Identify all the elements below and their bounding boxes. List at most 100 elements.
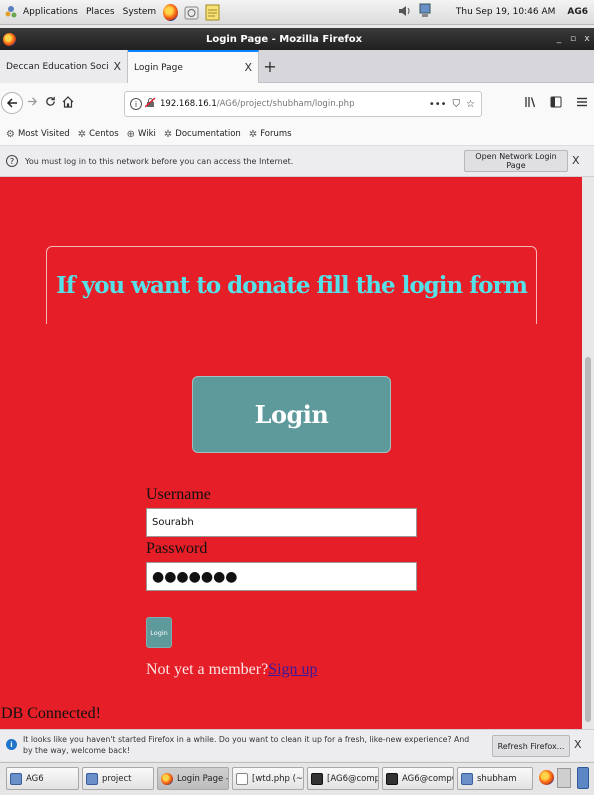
captive-portal-notice: ? You must log in to this network before… [0, 146, 594, 177]
firefox-icon [3, 32, 16, 46]
url-bar[interactable]: i 192.168.16.1/AG6/project/shubham/login… [124, 91, 482, 117]
bookmark-label: Most Visited [17, 129, 70, 139]
bookmark-centos[interactable]: ✲ Centos [78, 129, 119, 140]
refresh-firefox-button[interactable]: Refresh Firefox... [492, 735, 570, 757]
page-scrollbar[interactable] [582, 177, 594, 729]
back-button[interactable] [1, 92, 23, 114]
taskbar-label: shubham [477, 773, 517, 784]
taskbar-item-shubham[interactable]: shubham [457, 767, 533, 790]
back-arrow-icon [6, 98, 17, 108]
applications-icon[interactable] [5, 5, 17, 19]
sidebar-icon[interactable] [550, 96, 562, 111]
centos-icon: ✲ [77, 128, 87, 140]
close-notification-icon[interactable]: X [574, 738, 582, 751]
taskbar-item-terminal-2[interactable]: AG6@comp6... [382, 767, 454, 790]
bookmark-forums[interactable]: ✲ Forums [249, 129, 292, 140]
member-text: Not yet a member? [146, 661, 269, 678]
notification-message: It looks like you haven't started Firefo… [23, 735, 470, 755]
network-icon[interactable] [418, 3, 432, 22]
taskbar-item-wtd-php[interactable]: [wtd.php (~/p... [232, 767, 304, 790]
notes-launcher-icon[interactable] [205, 4, 220, 21]
reload-button[interactable] [41, 96, 59, 110]
firefox-tray-icon[interactable] [539, 770, 554, 785]
login-submit-button[interactable]: Login [146, 617, 172, 648]
bookmark-most-visited[interactable]: ⚙ Most Visited [6, 129, 70, 140]
tab-login-page[interactable]: Login Page X [128, 50, 259, 83]
url-host: 192.168.16.1 [160, 99, 217, 109]
forward-arrow-icon [27, 97, 37, 106]
applications-menu[interactable]: Applications [19, 7, 82, 17]
login-title: Login [254, 400, 329, 429]
question-icon: ? [6, 155, 18, 167]
close-window-button[interactable]: x [580, 34, 594, 44]
insecure-connection-icon[interactable] [144, 97, 156, 111]
info-icon: i [6, 739, 17, 750]
taskbar-item-ag6[interactable]: AG6 [6, 767, 79, 790]
user-name[interactable]: AG6 [567, 7, 588, 17]
firefox-icon [161, 772, 173, 785]
username-label: Username [146, 486, 211, 503]
url-path: /AG6/project/shubham/login.php [216, 99, 355, 109]
centos-icon: ✲ [163, 128, 173, 140]
home-icon [62, 95, 74, 108]
new-tab-button[interactable]: + [259, 50, 281, 82]
tab-strip: Deccan Education Society, Pune. X Login … [0, 50, 594, 83]
bookmark-label: Wiki [138, 129, 156, 139]
bookmark-wiki[interactable]: ⊕ Wiki [127, 129, 156, 140]
centos-icon: ✲ [248, 128, 258, 140]
minimize-button[interactable]: _ [552, 34, 566, 44]
refresh-firefox-notification: i It looks like you haven't started Fire… [0, 729, 594, 761]
close-notice-icon[interactable]: X [572, 154, 580, 167]
taskbar: AG6 project Login Page - ... [wtd.php (~… [0, 762, 594, 795]
folder-icon [461, 772, 473, 785]
hamburger-menu-icon[interactable] [576, 96, 588, 111]
maximize-button[interactable]: ▫ [566, 34, 580, 44]
db-status: DB Connected! [1, 705, 101, 722]
navigation-bar: i 192.168.16.1/AG6/project/shubham/login… [0, 83, 594, 123]
taskbar-label: AG6@comp6... [402, 773, 453, 784]
open-network-login-button[interactable]: Open Network Login Page [464, 150, 568, 172]
taskbar-label: [AG6@comp6... [327, 773, 379, 784]
bookmark-label: Centos [89, 129, 119, 139]
signup-link[interactable]: Sign up [268, 661, 317, 678]
password-input[interactable] [146, 562, 417, 591]
bookmark-documentation[interactable]: ✲ Documentation [164, 129, 241, 140]
page-content: If you want to donate fill the login for… [0, 177, 582, 729]
taskbar-item-project[interactable]: project [82, 767, 154, 790]
close-tab-icon[interactable]: X [244, 61, 252, 74]
reload-icon [45, 96, 55, 106]
library-icon[interactable] [524, 96, 536, 111]
taskbar-item-terminal-1[interactable]: [AG6@comp6... [307, 767, 379, 790]
text-editor-icon [236, 772, 248, 785]
workspace-switcher[interactable] [557, 768, 571, 788]
scrollbar-thumb[interactable] [585, 357, 591, 722]
taskbar-label: project [102, 773, 132, 784]
username-input[interactable] [146, 508, 417, 537]
email-launcher-icon[interactable] [184, 4, 199, 21]
page-actions-icon[interactable]: ••• [429, 99, 447, 110]
close-tab-icon[interactable]: X [113, 60, 121, 73]
places-menu[interactable]: Places [82, 7, 119, 17]
bookmark-star-icon[interactable]: ☆ [466, 99, 475, 110]
pocket-icon[interactable]: ⛉ [453, 99, 461, 110]
taskbar-label: Login Page - ... [177, 773, 229, 784]
password-label: Password [146, 540, 208, 557]
forward-button[interactable] [23, 96, 41, 110]
volume-icon[interactable] [398, 4, 412, 21]
firefox-launcher-icon[interactable] [163, 3, 179, 21]
terminal-icon [311, 772, 323, 785]
taskbar-label: AG6 [26, 773, 44, 784]
window-title: Login Page - Mozilla Firefox [205, 33, 363, 45]
folder-icon [10, 772, 22, 785]
page-heading: If you want to donate fill the login for… [56, 272, 528, 299]
trash-icon[interactable] [577, 767, 589, 789]
system-menu[interactable]: System [119, 7, 161, 17]
taskbar-item-login-page[interactable]: Login Page - ... [157, 767, 229, 790]
bookmark-label: Documentation [175, 129, 241, 139]
home-button[interactable] [59, 95, 77, 111]
clock[interactable]: Thu Sep 19, 10:46 AM [456, 7, 555, 17]
tab-deccan[interactable]: Deccan Education Society, Pune. X [0, 50, 128, 83]
bookmarks-toolbar: ⚙ Most Visited ✲ Centos ⊕ Wiki ✲ Documentati… [0, 123, 594, 146]
window-titlebar: Login Page - Mozilla Firefox _ ▫ x [0, 28, 594, 50]
info-icon[interactable]: i [130, 98, 142, 110]
